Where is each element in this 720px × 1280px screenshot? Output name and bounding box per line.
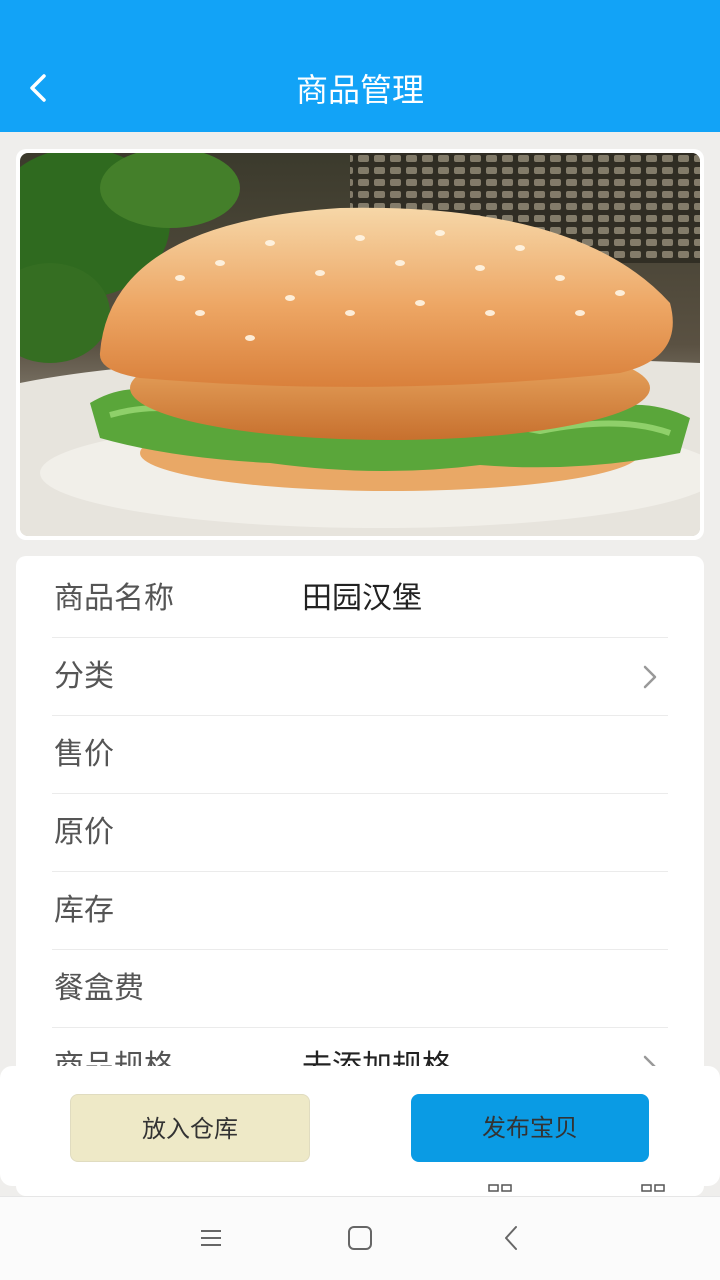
system-nav-bar — [0, 1196, 720, 1280]
form-label: 商品名称 — [54, 581, 174, 616]
decorative-fragment — [488, 1184, 512, 1192]
form-row-category[interactable]: 分类 — [52, 638, 668, 716]
form-row-stock[interactable]: 库存 — [52, 872, 668, 950]
form-row-price[interactable]: 售价 — [52, 716, 668, 794]
form-row-name[interactable]: 商品名称 田园汉堡 — [52, 560, 668, 638]
back-triangle-icon[interactable] — [497, 1223, 527, 1253]
decorative-fragment — [641, 1184, 665, 1192]
action-bar: 放入仓库 发布宝贝 — [0, 1066, 720, 1186]
publish-button[interactable]: 发布宝贝 — [411, 1094, 649, 1162]
product-image-card[interactable] — [16, 149, 704, 540]
form-row-box-fee[interactable]: 餐盒费 — [52, 950, 668, 1028]
form-label: 分类 — [54, 659, 114, 694]
app-bar: 商品管理 — [0, 0, 720, 132]
put-in-warehouse-button[interactable]: 放入仓库 — [70, 1094, 310, 1162]
form-label: 餐盒费 — [54, 971, 144, 1006]
home-square-icon[interactable] — [345, 1223, 375, 1253]
form-label: 原价 — [54, 815, 114, 850]
product-image[interactable] — [20, 153, 700, 536]
form-label: 库存 — [54, 893, 114, 928]
menu-icon[interactable] — [196, 1223, 226, 1253]
product-name-field[interactable]: 田园汉堡 — [302, 560, 422, 638]
page-title: 商品管理 — [295, 71, 424, 109]
form-label: 售价 — [54, 737, 114, 772]
form-row-original-price[interactable]: 原价 — [52, 794, 668, 872]
chevron-right-icon — [643, 665, 657, 689]
